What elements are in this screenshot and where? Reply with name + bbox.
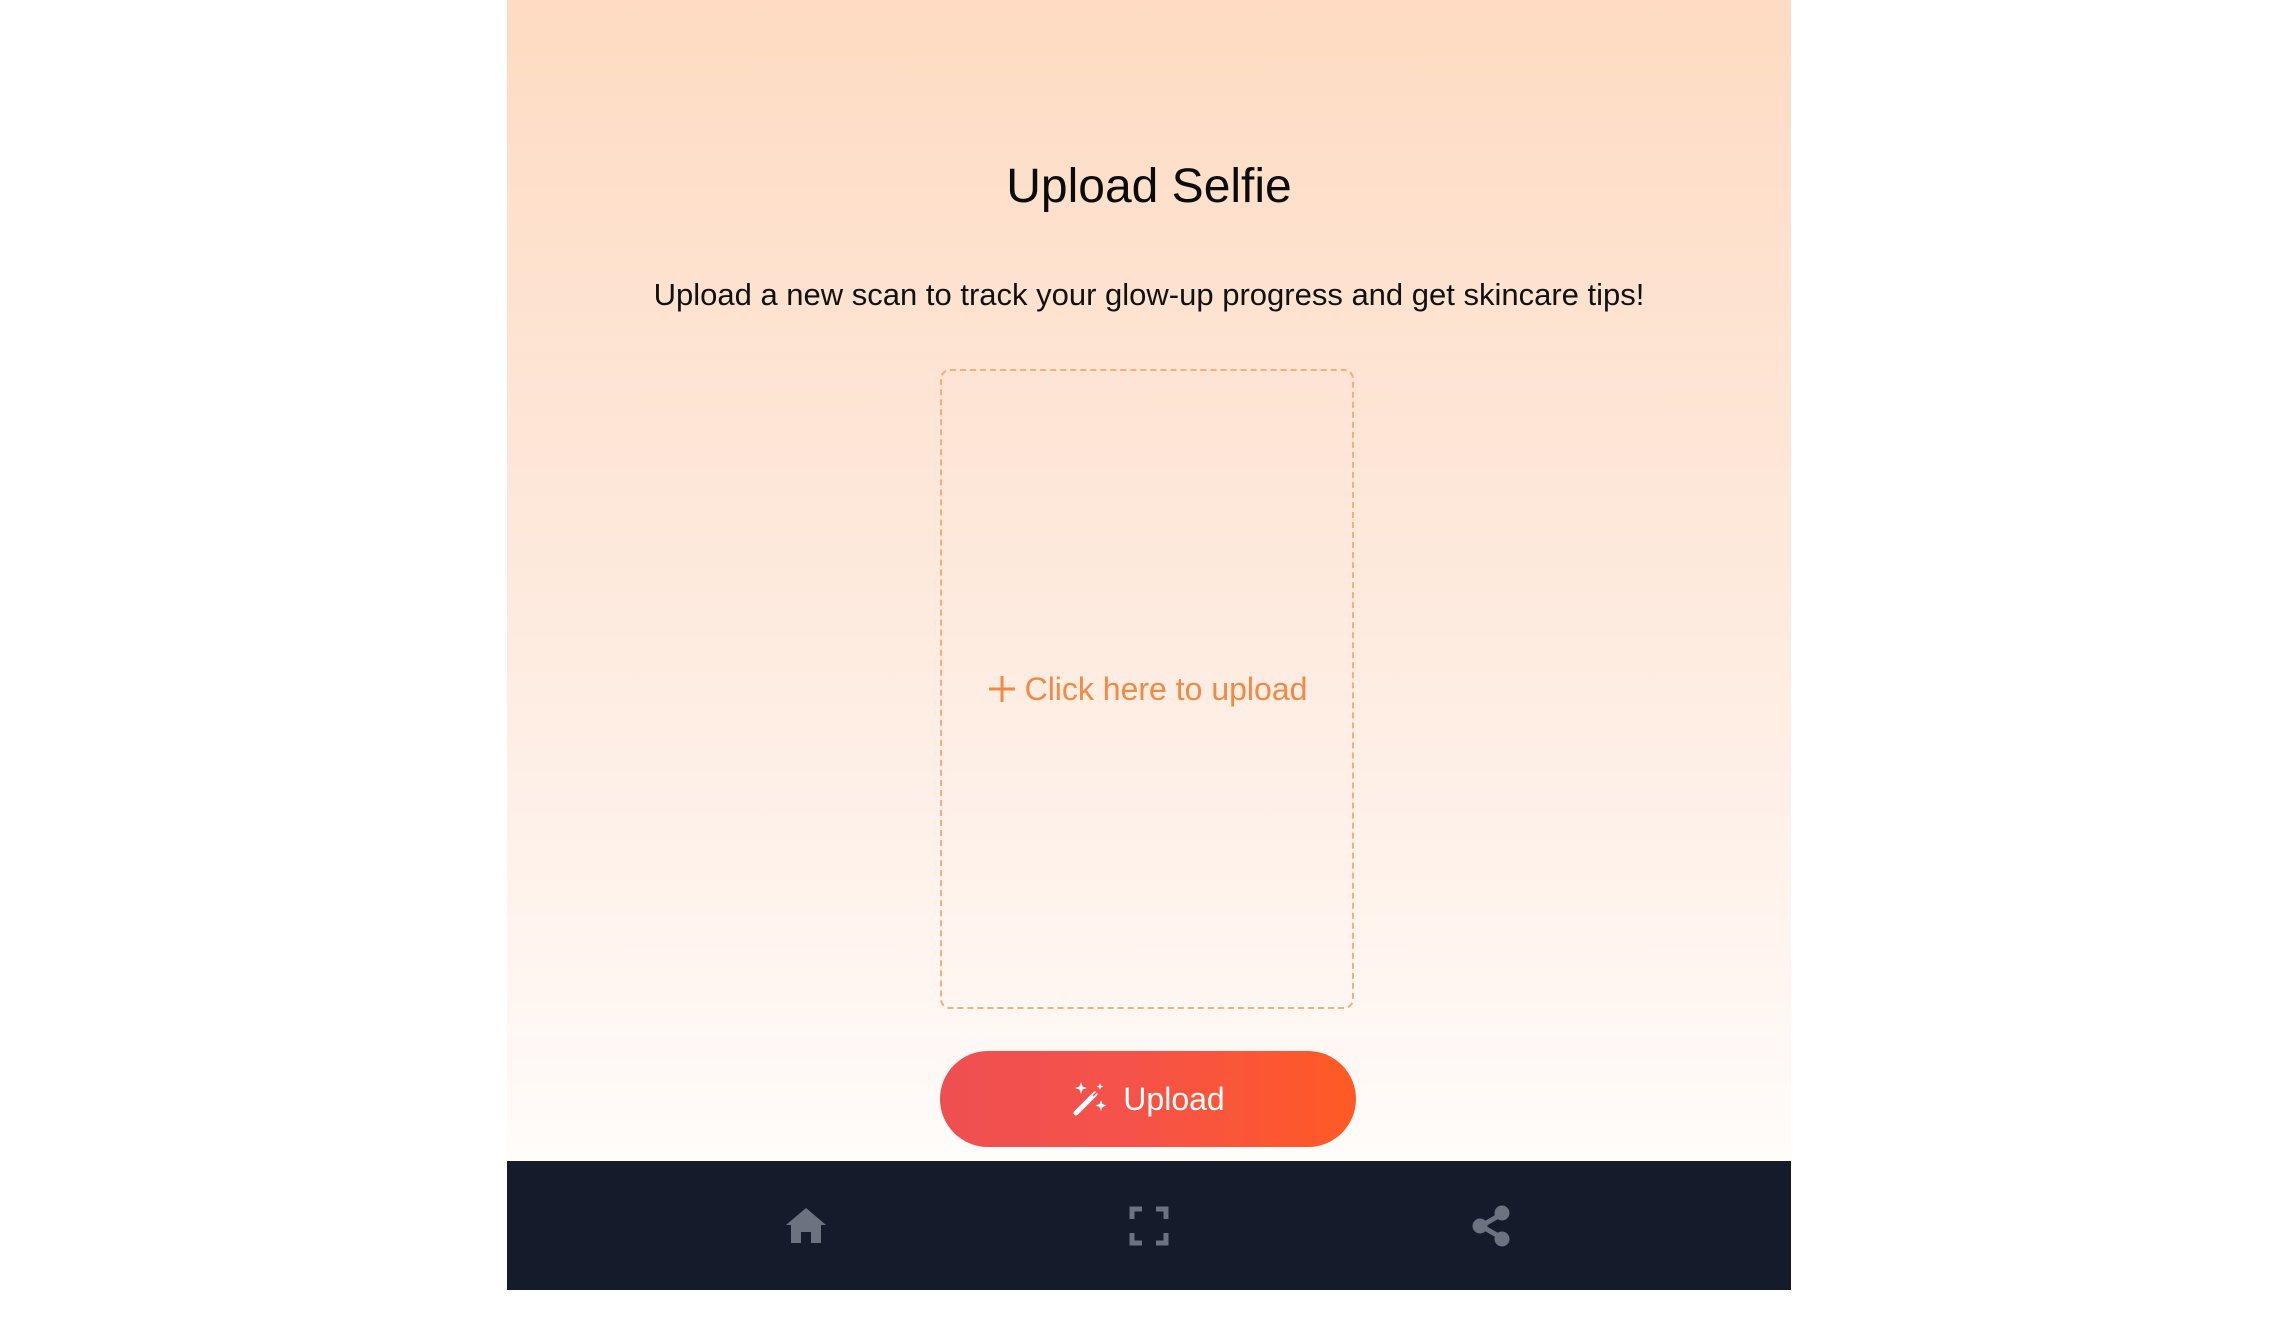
upload-button-label: Upload (1123, 1080, 1225, 1117)
nav-share[interactable] (1432, 1161, 1552, 1290)
page-subtitle: Upload a new scan to track your glow-up … (653, 277, 1645, 312)
nav-home[interactable] (746, 1161, 866, 1290)
app-screen: Upload Selfie Upload a new scan to track… (507, 0, 1791, 1290)
upload-dropzone[interactable]: Click here to upload (940, 369, 1354, 1009)
scan-icon (1129, 1206, 1169, 1245)
dropzone-label: Click here to upload (1024, 670, 1308, 707)
upload-button[interactable]: Upload (940, 1051, 1356, 1147)
nav-scan[interactable] (1089, 1161, 1209, 1290)
plus-icon (987, 674, 1017, 704)
magic-wand-icon (1071, 1080, 1109, 1118)
page-title: Upload Selfie (1006, 160, 1292, 213)
bottom-nav (507, 1161, 1791, 1290)
main-content: Upload Selfie Upload a new scan to track… (507, 0, 1791, 1161)
dropzone-prompt: Click here to upload (987, 670, 1308, 708)
home-icon (786, 1207, 826, 1243)
share-icon (1472, 1205, 1510, 1246)
